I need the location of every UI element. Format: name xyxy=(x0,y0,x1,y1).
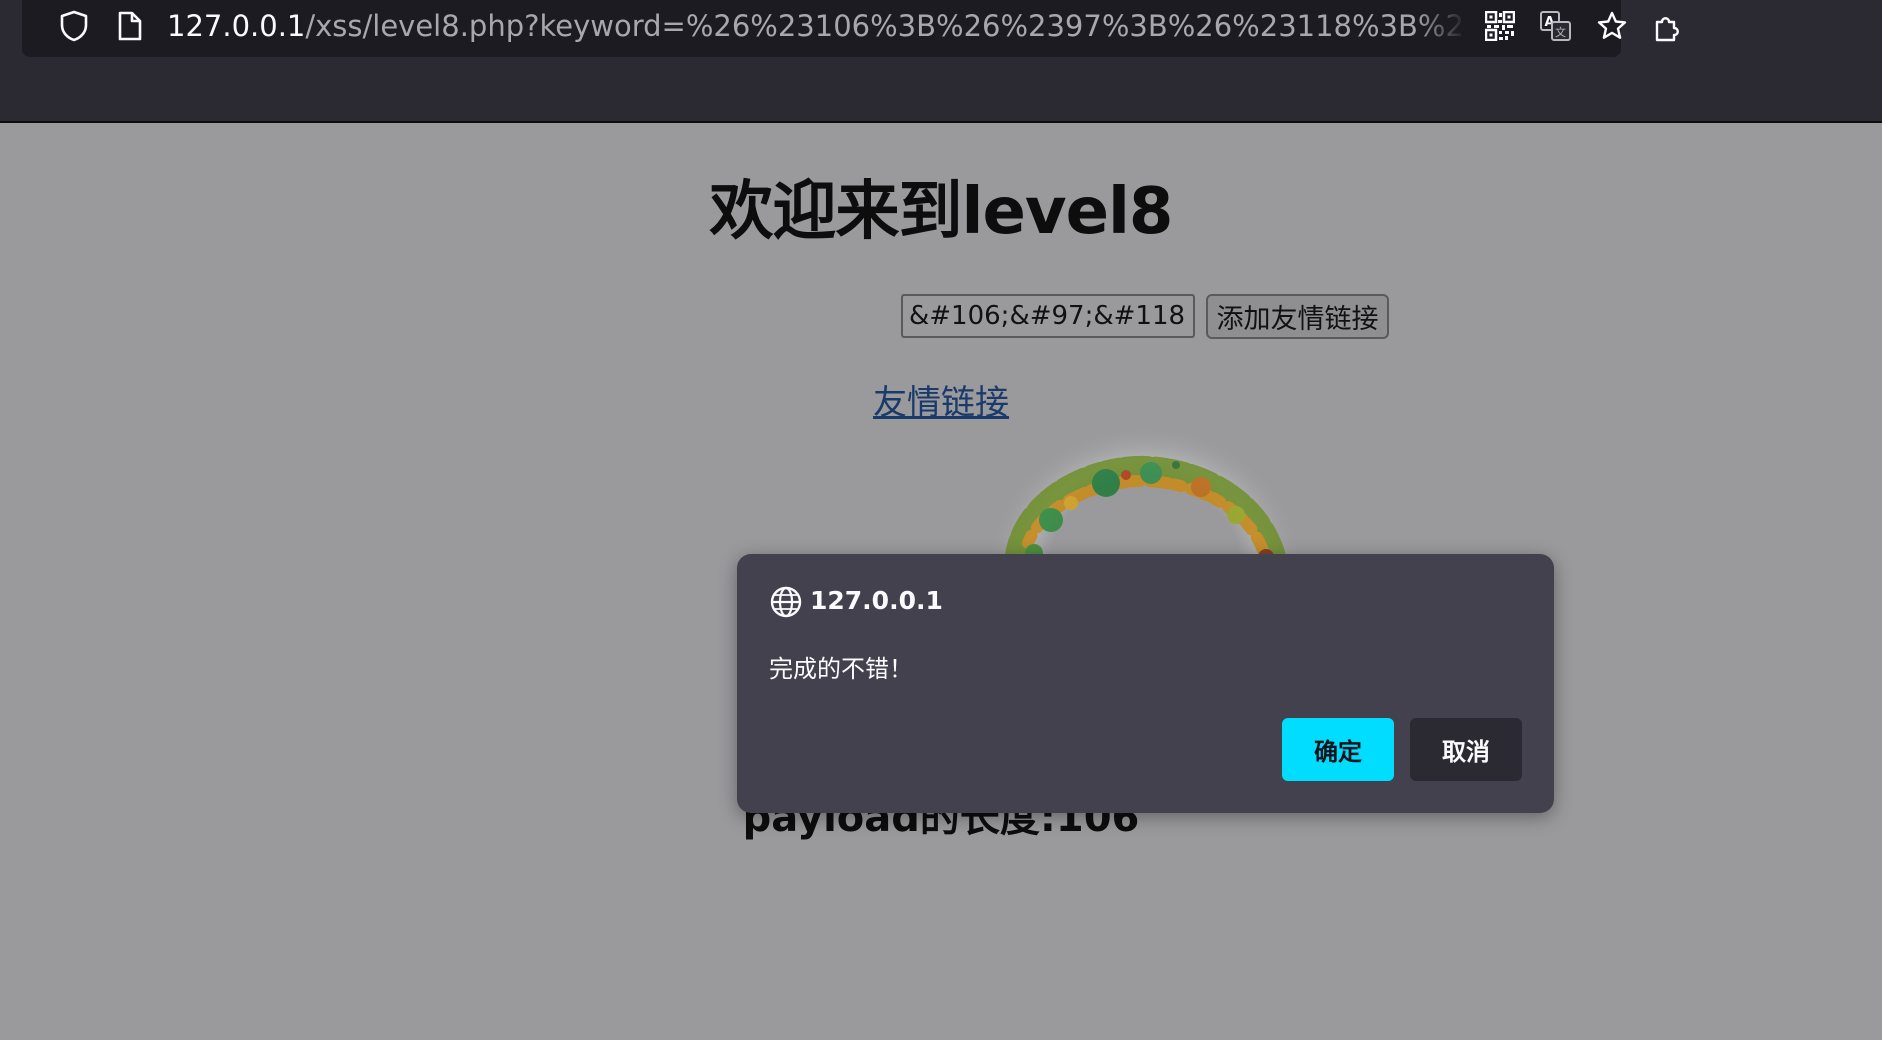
bookmark-star-icon[interactable] xyxy=(1592,6,1632,46)
dialog-message: 完成的不错！ xyxy=(769,655,913,683)
cancel-button[interactable]: 取消 xyxy=(1410,718,1522,781)
translate-icon[interactable]: A文 xyxy=(1536,6,1576,46)
page-title: 欢迎来到level8 xyxy=(709,175,1174,249)
ok-button[interactable]: 确定 xyxy=(1282,718,1394,781)
address-bar[interactable]: 127.0.0.1/xss/level8.php?keyword=%26%231… xyxy=(22,0,1627,57)
url-text[interactable]: 127.0.0.1/xss/level8.php?keyword=%26%231… xyxy=(167,8,1467,44)
keyword-input[interactable] xyxy=(901,294,1195,338)
globe-icon xyxy=(769,585,803,619)
add-friend-link-button[interactable]: 添加友情链接 xyxy=(1206,294,1389,339)
url-host: 127.0.0.1 xyxy=(167,9,306,43)
qr-code-icon[interactable] xyxy=(1480,6,1520,46)
extension-icon[interactable] xyxy=(1648,6,1688,46)
shield-icon[interactable] xyxy=(56,6,92,46)
alert-dialog: 127.0.0.1 完成的不错！ 确定 取消 xyxy=(737,554,1554,813)
url-path: /xss/level8.php?keyword=%26%23106%3B%26%… xyxy=(305,9,1467,43)
page-icon xyxy=(112,6,148,46)
friend-link[interactable]: 友情链接 xyxy=(0,381,1882,425)
dialog-origin: 127.0.0.1 xyxy=(810,586,943,615)
browser-toolbar: 127.0.0.1/xss/level8.php?keyword=%26%231… xyxy=(0,0,1882,123)
svg-text:文: 文 xyxy=(1555,25,1566,39)
